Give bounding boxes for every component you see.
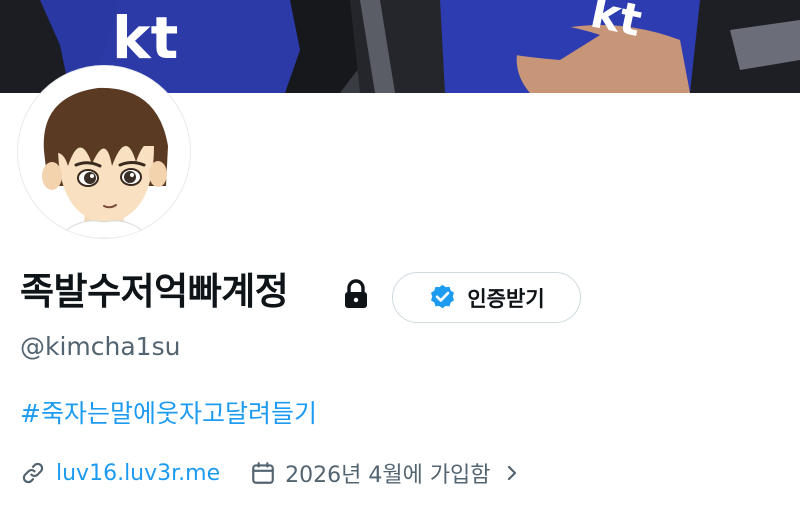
chevron-right-icon (507, 465, 516, 481)
get-verified-label: 인증받기 (467, 286, 545, 311)
joined-date-item[interactable]: 2026년 4월에 가입함 (250, 457, 519, 489)
jersey-logo-left: kt (112, 4, 178, 72)
calendar-icon (252, 462, 274, 484)
website-link-item[interactable]: luv16.luv3r.me (20, 460, 220, 486)
website-link[interactable]: luv16.luv3r.me (56, 461, 220, 486)
joined-date-text: 2026년 4월에 가입함 (285, 463, 491, 488)
get-verified-button[interactable]: 인증받기 (392, 272, 581, 323)
verified-badge-icon (431, 284, 455, 309)
profile-display-name: 족발수저억빠계정 (20, 270, 289, 313)
profile-page: kt kt 족발수저억빠계정 인증받기 @kimcha1su #죽자는말에웃자고… (0, 0, 800, 519)
profile-avatar[interactable] (18, 66, 190, 238)
profile-handle: @kimcha1su (20, 332, 181, 361)
profile-bio-hashtag[interactable]: #죽자는말에웃자고달려들기 (20, 397, 317, 431)
profile-meta-row: luv16.luv3r.me 2026년 4월에 가입함 (20, 453, 520, 493)
lock-icon (345, 279, 367, 308)
link-icon (22, 462, 44, 484)
